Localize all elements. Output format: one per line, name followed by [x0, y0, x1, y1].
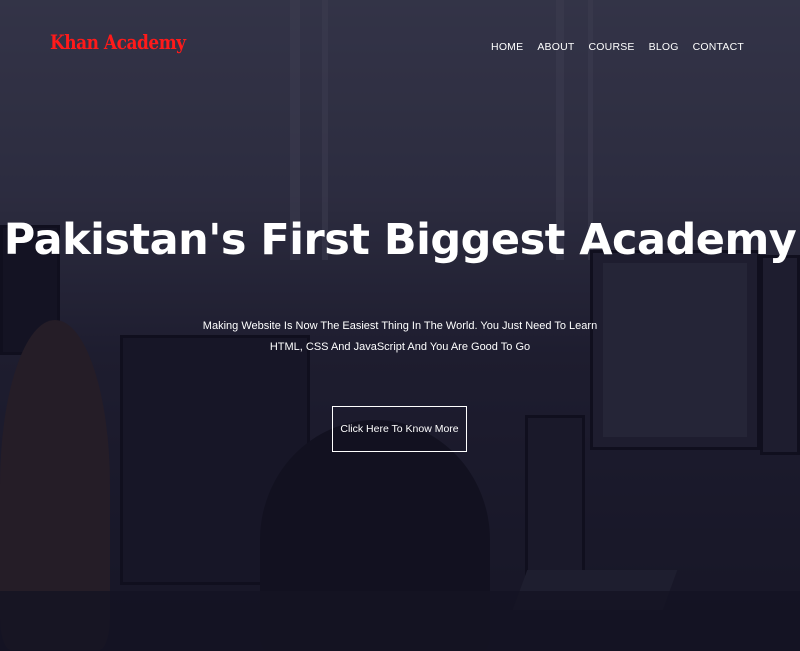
- main-nav: HOME ABOUT COURSE BLOG CONTACT: [491, 41, 744, 53]
- nav-home[interactable]: HOME: [491, 41, 523, 53]
- nav-blog[interactable]: BLOG: [649, 41, 679, 53]
- nav-contact[interactable]: CONTACT: [693, 41, 744, 53]
- hero-title: Pakistan's First Biggest Academy: [3, 215, 797, 265]
- hero-subtitle: Making Website Is Now The Easiest Thing …: [202, 320, 598, 353]
- site-header: Khan Academy HOME ABOUT COURSE BLOG CONT…: [0, 0, 800, 90]
- know-more-button[interactable]: Click Here To Know More: [332, 406, 467, 452]
- logo[interactable]: Khan Academy: [50, 32, 186, 55]
- nav-course[interactable]: COURSE: [589, 41, 635, 53]
- nav-about[interactable]: ABOUT: [537, 41, 574, 53]
